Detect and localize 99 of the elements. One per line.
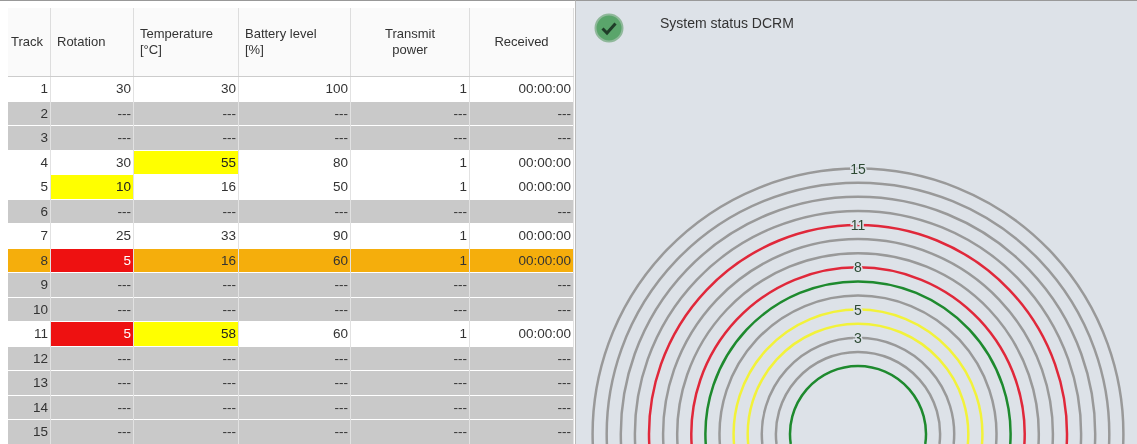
table-cell-text: ---	[221, 300, 237, 319]
table-cell: 5	[51, 322, 133, 346]
table-cell-text: ---	[452, 104, 468, 123]
table-cell-text: ---	[452, 276, 468, 294]
table-cell-text: ---	[116, 398, 132, 417]
column-header[interactable]: Transmit power	[350, 8, 470, 77]
panel-title: System status DCRM	[660, 15, 794, 31]
table-cell-text: 15	[31, 423, 49, 441]
table-cell-text: ---	[116, 349, 132, 368]
table-cell-text: ---	[452, 202, 468, 221]
table-cell-text: ---	[116, 202, 132, 221]
table-cell-text: 9	[39, 276, 49, 294]
column-header[interactable]: Battery level [%]	[238, 8, 351, 77]
table-cell-text: ---	[556, 374, 572, 392]
table-cell-text: ---	[333, 349, 349, 368]
table-cell-text: 30	[219, 80, 237, 98]
table-cell-text: 30	[114, 80, 132, 98]
table-cell-text: ---	[116, 374, 132, 392]
table-cell-text: 8	[39, 251, 49, 270]
table-cell-text: ---	[116, 423, 132, 441]
table-cell-text: 00:00:00	[517, 80, 572, 98]
table-cell-text: 00:00:00	[517, 325, 572, 343]
table-cell-text: 60	[331, 251, 349, 270]
table-cell-text: ---	[333, 300, 349, 319]
table-cell: 5	[51, 248, 133, 272]
table-cell-text: ---	[452, 129, 468, 147]
table-cell-text: 30	[114, 153, 132, 172]
table-cell-text: ---	[116, 276, 132, 294]
table-cell-text: ---	[221, 129, 237, 147]
table-cell-text: ---	[333, 374, 349, 392]
table-cell-text: ---	[333, 129, 349, 147]
table-cell-text: 1	[458, 178, 468, 196]
column-header[interactable]: Rotation	[50, 8, 134, 77]
table-cell-text: ---	[556, 398, 572, 417]
table-cell-text: 25	[114, 227, 132, 245]
table-cell-text: 1	[458, 227, 468, 245]
table-cell-text: ---	[556, 300, 572, 319]
table-cell-text: 1	[458, 153, 468, 172]
table-cell-text: ---	[333, 202, 349, 221]
table-cell-text: 16	[219, 178, 237, 196]
table-cell: 10	[51, 175, 133, 199]
table-cell-text: ---	[452, 300, 468, 319]
table-cell-text: ---	[452, 374, 468, 392]
table-cell-text: ---	[556, 349, 572, 368]
table-cell-text: ---	[556, 104, 572, 123]
table-cell-text: ---	[221, 202, 237, 221]
table-cell-text: 4	[39, 153, 49, 172]
table-cell-text: ---	[221, 349, 237, 368]
table-cell-text: ---	[333, 276, 349, 294]
table-cell: 58	[134, 322, 238, 346]
table-cell-text: ---	[221, 398, 237, 417]
table-cell-text: 80	[331, 153, 349, 172]
table-cell-text: ---	[221, 423, 237, 441]
table-cell-text: 00:00:00	[517, 251, 572, 270]
ring-label: 15	[850, 160, 866, 177]
table-cell-text: ---	[116, 129, 132, 147]
column-header[interactable]: Received	[469, 8, 574, 77]
table-cell-text: ---	[116, 104, 132, 123]
table-cell-text: ---	[333, 423, 349, 441]
table-cell-text: 50	[331, 178, 349, 196]
table-cell-text: ---	[556, 276, 572, 294]
table-cell-text: ---	[221, 104, 237, 123]
table-cell-text: 1	[458, 251, 468, 270]
column-header[interactable]: Track	[8, 8, 51, 77]
table-cell-text: 2	[39, 104, 49, 123]
table-cell-text: 6	[39, 202, 49, 221]
table-cell-text: 5	[39, 178, 49, 196]
table-cell-text: ---	[556, 423, 572, 441]
table-cell-text: 16	[219, 251, 237, 270]
table-cell-text: 11	[33, 325, 49, 343]
table-cell-text: 00:00:00	[517, 178, 572, 196]
table-cell-text: ---	[116, 300, 132, 319]
table-cell-text: ---	[452, 398, 468, 417]
table-cell-text: 12	[31, 349, 49, 368]
table-cell-text: ---	[221, 276, 237, 294]
table-cell-text: 7	[39, 227, 49, 245]
table-cell-text: 00:00:00	[517, 153, 572, 172]
table-cell-text: ---	[452, 349, 468, 368]
table-cell-text: 90	[331, 227, 349, 245]
table-cell-text: 00:00:00	[517, 227, 572, 245]
table-cell-text: 33	[219, 227, 237, 245]
table-cell-text: 14	[31, 398, 49, 417]
table-cell-text: ---	[221, 374, 237, 392]
table-cell-text: 10	[31, 300, 49, 319]
table-cell-text: 1	[39, 80, 49, 98]
table-cell-text: 1	[458, 325, 468, 343]
table-cell-text: ---	[556, 129, 572, 147]
table-cell-text: ---	[333, 398, 349, 417]
table-cell-text: ---	[333, 104, 349, 123]
table-cell-text: 100	[324, 80, 349, 98]
table-cell: 55	[134, 150, 238, 174]
table-cell-text: 60	[331, 325, 349, 343]
table-cell-text: 13	[31, 374, 49, 392]
table-cell-text: 3	[39, 129, 49, 147]
table-cell-text: ---	[556, 202, 572, 221]
table-cell-text: ---	[452, 423, 468, 441]
table-cell-text: 1	[458, 80, 468, 98]
column-header[interactable]: Temperature [°C]	[133, 8, 239, 77]
ring-label: 3	[854, 329, 862, 346]
